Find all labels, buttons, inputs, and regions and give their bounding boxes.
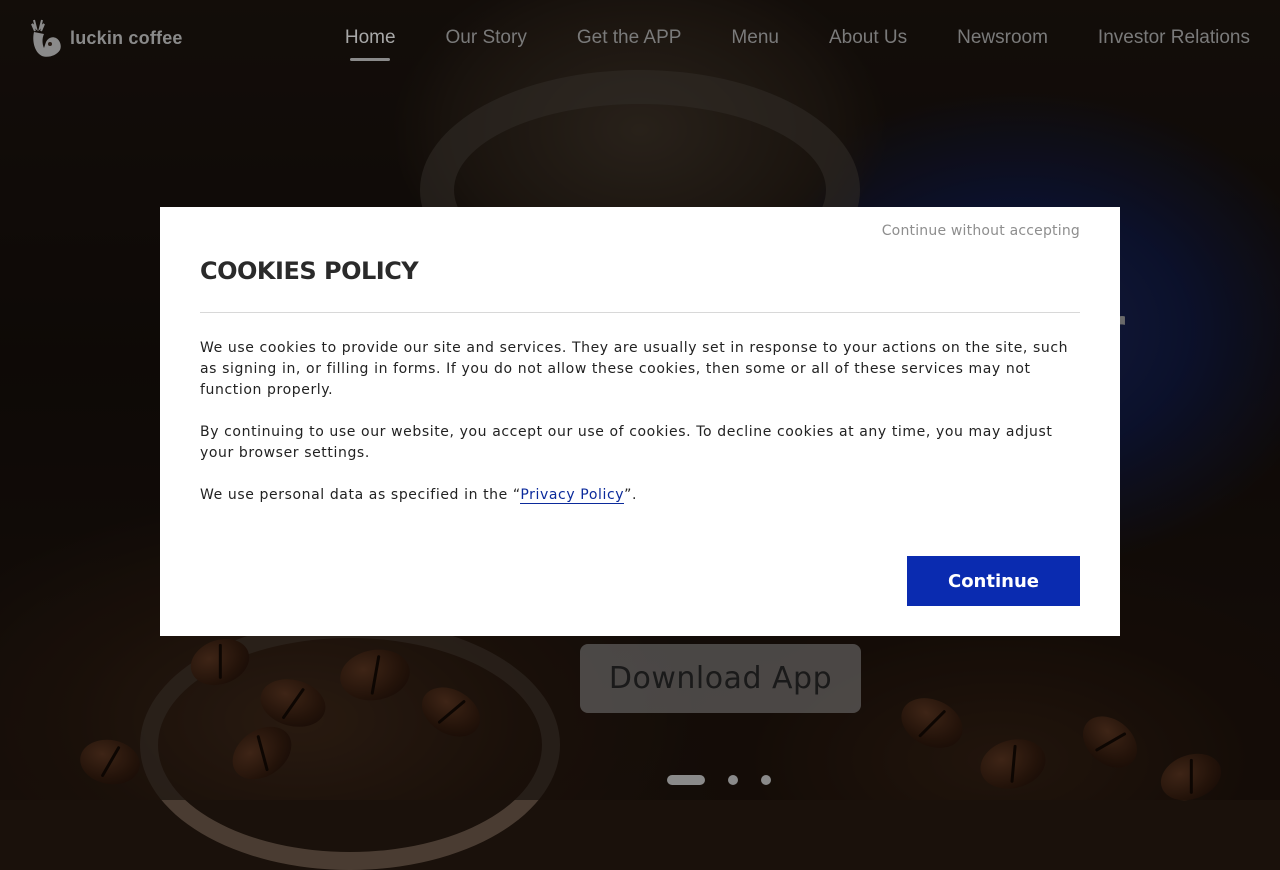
privacy-prefix: We use personal data as specified in the… [200,487,521,503]
nav-get-the-app[interactable]: Get the APP [577,27,682,49]
privacy-paragraph: We use personal data as specified in the… [200,485,1080,506]
carousel-indicators [667,775,771,785]
nav-investor-relations[interactable]: Investor Relations [1098,27,1250,49]
nav-menu[interactable]: Menu [731,27,779,49]
continue-button[interactable]: Continue [907,556,1080,606]
cookie-paragraph: By continuing to use our website, you ac… [200,424,1053,461]
cookie-paragraph: We use cookies to provide our site and s… [200,340,1069,398]
dialog-body: We use cookies to provide our site and s… [200,338,1080,527]
continue-without-accepting-link[interactable]: Continue without accepting [882,223,1080,239]
download-app-button[interactable]: Download App [580,644,861,713]
nav-newsroom[interactable]: Newsroom [957,27,1048,49]
nav-our-story[interactable]: Our Story [446,27,527,49]
privacy-policy-link[interactable]: Privacy Policy [520,487,625,504]
carousel-dot-active[interactable] [667,775,705,785]
logo-text: luckin coffee [70,27,183,48]
top-navigation: luckin coffee Home Our Story Get the APP… [0,0,1280,80]
dialog-title: COOKIES POLICY [200,257,419,285]
nav-about-us[interactable]: About Us [829,27,907,49]
nav-home[interactable]: Home [345,27,396,49]
carousel-dot[interactable] [761,775,771,785]
cookie-policy-dialog: Continue without accepting COOKIES POLIC… [160,207,1120,636]
carousel-dot[interactable] [728,775,738,785]
deer-icon [31,19,61,57]
main-menu: Home Our Story Get the APP Menu About Us… [345,27,1250,49]
brand-logo[interactable]: luckin coffee [28,18,183,58]
title-divider [200,312,1080,313]
privacy-suffix: ”. [624,487,638,503]
